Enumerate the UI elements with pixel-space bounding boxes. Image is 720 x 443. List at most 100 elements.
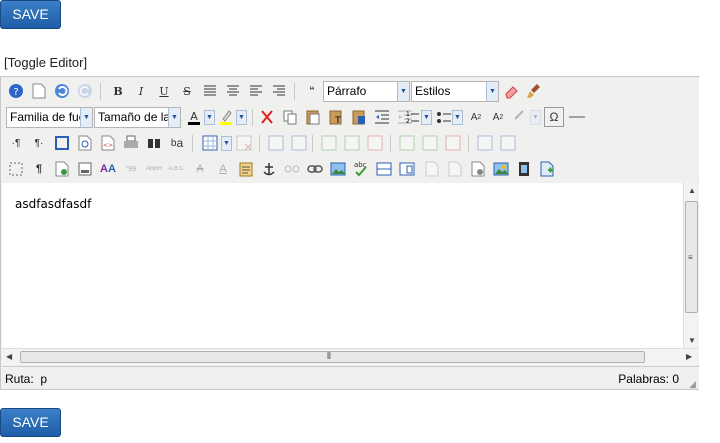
align-justify-icon[interactable] xyxy=(200,81,220,101)
attributes-icon[interactable] xyxy=(236,159,256,179)
paste-word-icon[interactable] xyxy=(349,107,369,127)
align-center-icon[interactable] xyxy=(223,81,243,101)
fullscreen-icon[interactable] xyxy=(52,133,72,153)
toolbar-separator xyxy=(312,135,313,152)
spellcheck-icon[interactable]: abc xyxy=(351,159,371,179)
row-after-icon[interactable] xyxy=(289,133,309,153)
abbreviation-icon[interactable]: ABBR xyxy=(144,159,164,179)
new-document-icon[interactable] xyxy=(29,81,49,101)
cut-icon[interactable] xyxy=(257,107,277,127)
horizontal-rule-icon[interactable] xyxy=(567,107,587,127)
delete-row-icon[interactable] xyxy=(365,133,385,153)
delete-table-icon[interactable] xyxy=(234,133,254,153)
insert-iframe-icon[interactable] xyxy=(397,159,417,179)
merge-cells-icon[interactable] xyxy=(498,133,518,153)
merge-row-icon[interactable] xyxy=(342,133,362,153)
unlink-icon[interactable] xyxy=(282,159,302,179)
replace-icon[interactable]: ba xyxy=(167,133,187,153)
row-before-icon[interactable] xyxy=(266,133,286,153)
cleanup-brush-icon[interactable] xyxy=(524,81,544,101)
insert-image-icon[interactable] xyxy=(328,159,348,179)
insert-table-icon[interactable] xyxy=(200,133,220,153)
insert-row-icon[interactable] xyxy=(319,133,339,153)
copy-icon[interactable] xyxy=(280,107,300,127)
link-icon[interactable] xyxy=(509,107,529,127)
save-button-bottom[interactable]: SAVE xyxy=(0,408,61,437)
strikethrough-icon[interactable]: S xyxy=(177,81,197,101)
col-after-icon[interactable] xyxy=(420,133,440,153)
ordered-list-icon[interactable]: 12 xyxy=(402,107,422,127)
insert-time-icon[interactable] xyxy=(445,159,465,179)
editor-content-area[interactable]: asdfasdfasdf xyxy=(2,183,683,348)
anchor-icon[interactable] xyxy=(259,159,279,179)
style-props-icon[interactable]: AA xyxy=(98,159,118,179)
cite-icon[interactable]: “99 xyxy=(121,159,141,179)
format-select[interactable]: Párrafo ▼ xyxy=(323,81,410,102)
toggle-editor-link[interactable]: [Toggle Editor] xyxy=(4,55,87,70)
ltr-direction-icon[interactable]: ·¶ xyxy=(6,133,26,153)
chevron-down-icon[interactable]: ▼ xyxy=(452,110,463,125)
visual-aid-icon[interactable] xyxy=(6,159,26,179)
find-icon[interactable] xyxy=(144,133,164,153)
highlight-color-icon[interactable] xyxy=(216,107,236,127)
image-manager-icon[interactable] xyxy=(491,159,511,179)
text-color-icon[interactable]: A xyxy=(184,107,204,127)
deletion-icon[interactable]: A xyxy=(190,159,210,179)
col-before-icon[interactable] xyxy=(397,133,417,153)
rtl-direction-icon[interactable]: ¶· xyxy=(29,133,49,153)
redo-icon[interactable] xyxy=(75,81,95,101)
grip-icon: ⦀ xyxy=(327,351,331,361)
split-cells-icon[interactable] xyxy=(475,133,495,153)
scroll-up-icon[interactable]: ▲ xyxy=(688,186,696,195)
scroll-right-icon[interactable]: ▶ xyxy=(686,352,692,361)
path-element-p[interactable]: p xyxy=(40,372,47,386)
underline-icon[interactable]: U xyxy=(154,81,174,101)
unordered-list-icon[interactable] xyxy=(434,107,454,127)
insert-layer-icon[interactable] xyxy=(75,159,95,179)
insert-date-icon[interactable] xyxy=(422,159,442,179)
chevron-down-icon[interactable]: ▼ xyxy=(530,110,541,125)
print-icon[interactable] xyxy=(121,133,141,153)
save-button-top[interactable]: SAVE xyxy=(0,0,61,29)
chevron-down-icon[interactable]: ▼ xyxy=(221,136,232,151)
superscript-icon[interactable]: A2 xyxy=(488,107,508,127)
insertion-icon[interactable]: A xyxy=(213,159,233,179)
horizontal-scrollbar[interactable]: ◀ ⦀ ▶ xyxy=(2,348,699,365)
eraser-icon[interactable] xyxy=(501,81,521,101)
paste-icon[interactable] xyxy=(303,107,323,127)
undo-icon[interactable] xyxy=(52,81,72,101)
help-icon[interactable]: ? xyxy=(6,81,26,101)
font-size-select[interactable]: Tamaño de la fu ▼ xyxy=(94,107,181,128)
new-page-icon[interactable] xyxy=(537,159,557,179)
chevron-down-icon[interactable]: ▼ xyxy=(421,110,432,125)
vertical-scrollbar[interactable]: ▲ ≡ ▼ xyxy=(683,183,699,348)
blockquote-icon[interactable]: “ xyxy=(302,81,322,101)
source-code-icon[interactable]: <> xyxy=(98,133,118,153)
resize-handle-icon[interactable]: ◢ xyxy=(689,379,699,389)
template-icon[interactable] xyxy=(52,159,72,179)
font-family-select[interactable]: Familia de fuen ▼ xyxy=(6,107,93,128)
acronym-icon[interactable]: A.B.C. xyxy=(167,159,187,179)
chain-link-icon[interactable] xyxy=(305,159,325,179)
bold-icon[interactable]: B xyxy=(108,81,128,101)
chevron-down-icon[interactable]: ▼ xyxy=(204,110,215,125)
styles-select[interactable]: Estilos ▼ xyxy=(411,81,499,102)
insert-media-icon[interactable] xyxy=(514,159,534,179)
scroll-left-icon[interactable]: ◀ xyxy=(6,352,12,361)
align-right-icon[interactable] xyxy=(269,81,289,101)
paste-text-icon[interactable]: T xyxy=(326,107,346,127)
chevron-down-icon[interactable]: ▼ xyxy=(236,110,247,125)
show-blocks-icon[interactable]: ¶ xyxy=(29,159,49,179)
preview-icon[interactable] xyxy=(75,133,95,153)
special-char-icon[interactable]: Ω xyxy=(544,107,564,127)
subscript-icon[interactable]: A2 xyxy=(466,107,486,127)
horizontal-scroll-thumb[interactable] xyxy=(20,351,645,363)
element-path: Ruta: p xyxy=(5,372,47,386)
page-break-icon[interactable] xyxy=(374,159,394,179)
insert-file-icon[interactable] xyxy=(468,159,488,179)
delete-col-icon[interactable] xyxy=(443,133,463,153)
scroll-down-icon[interactable]: ▼ xyxy=(688,336,696,345)
outdent-icon[interactable] xyxy=(372,107,392,127)
align-left-icon[interactable] xyxy=(246,81,266,101)
italic-icon[interactable]: I xyxy=(131,81,151,101)
